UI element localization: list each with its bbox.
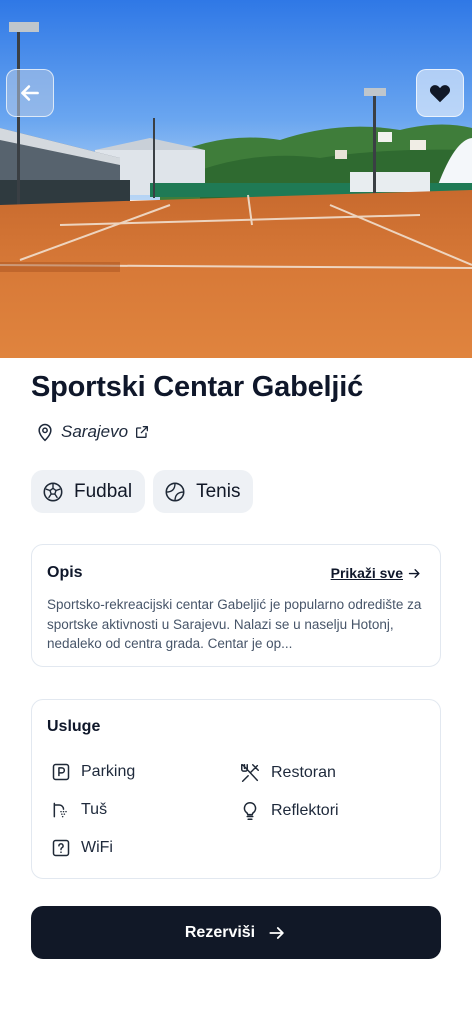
football-icon	[43, 482, 63, 501]
service-label: Parking	[81, 763, 136, 780]
description-header: Opis Prikaži sve	[47, 564, 422, 582]
venue-photo	[0, 0, 472, 358]
tennis-court-image	[0, 0, 472, 358]
service-parking: Parking	[51, 762, 135, 782]
service-reflektori: Reflektori	[239, 800, 339, 822]
external-link-icon	[136, 426, 149, 438]
description-card: Opis Prikaži sve Sportsko-rekreacijski c…	[31, 544, 441, 667]
shower-icon	[53, 802, 67, 818]
map-pin-icon	[38, 423, 52, 442]
utensils-icon	[241, 764, 259, 782]
reserve-label: Rezerviši	[184, 923, 256, 941]
favorite-button[interactable]	[416, 69, 464, 117]
venue-city: Sarajevo	[61, 422, 129, 441]
service-label: Restoran	[271, 764, 336, 781]
venue-location-link[interactable]: Sarajevo	[35, 421, 150, 443]
show-all-label: Prikaži sve	[330, 565, 403, 581]
back-button[interactable]	[6, 69, 54, 117]
question-box-icon	[52, 839, 70, 857]
parking-icon	[52, 763, 70, 781]
reserve-button[interactable]: Rezerviši	[31, 906, 441, 959]
heart-icon	[429, 85, 451, 103]
description-heading: Opis	[47, 564, 83, 581]
arrow-right-icon	[408, 568, 420, 578]
venue-title: Sportski Centar Gabeljić	[31, 371, 364, 403]
service-label: Tuš	[81, 801, 108, 818]
chip-tenis[interactable]: Tenis	[153, 470, 254, 513]
sport-chips: Fudbal Tenis	[31, 470, 254, 513]
description-text: Sportsko-rekreacijski centar Gabeljić je…	[47, 597, 422, 651]
show-all-link[interactable]: Prikaži sve	[331, 565, 422, 581]
services-card: Usluge Parking Restoran Tuš Reflektori W…	[31, 699, 441, 879]
services-heading: Usluge	[47, 718, 101, 735]
chip-label: Fudbal	[74, 480, 133, 502]
arrow-left-icon	[21, 85, 39, 101]
lightbulb-icon	[243, 801, 257, 821]
service-label: WiFi	[81, 839, 113, 856]
tennis-ball-icon	[165, 482, 185, 501]
chip-label: Tenis	[196, 480, 241, 502]
service-label: Reflektori	[271, 802, 339, 819]
chip-fudbal[interactable]: Fudbal	[31, 470, 146, 513]
service-restoran: Restoran	[239, 762, 336, 784]
service-wifi: WiFi	[51, 838, 113, 858]
service-tus: Tuš	[51, 800, 107, 820]
arrow-right-icon	[269, 926, 284, 939]
